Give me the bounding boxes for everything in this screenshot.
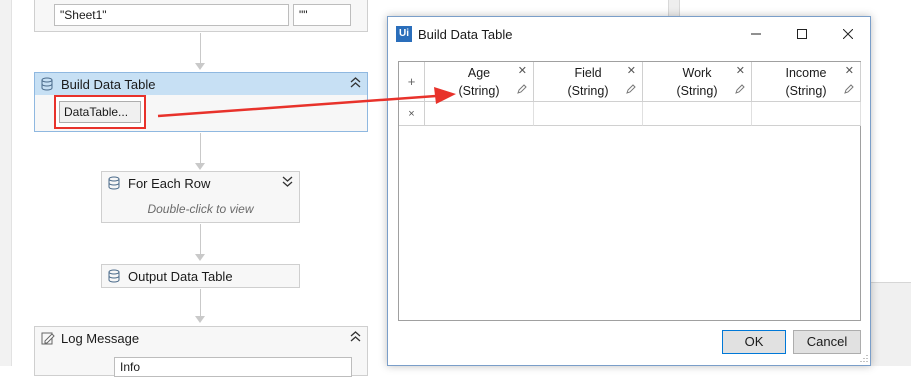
datatable-icon: [108, 269, 122, 283]
edit-column-icon[interactable]: [517, 84, 527, 94]
for-each-row-activity[interactable]: For Each Row Double-click to view: [101, 171, 300, 223]
edit-column-icon[interactable]: [626, 84, 636, 94]
datatable-icon: [41, 77, 55, 91]
column-header[interactable]: Field (String) ✕: [534, 62, 643, 102]
dialog-titlebar[interactable]: Ui Build Data Table: [388, 17, 870, 51]
delete-column-icon[interactable]: ✕: [845, 64, 854, 77]
log-level-field[interactable]: Info: [114, 357, 352, 377]
activity-title: For Each Row: [128, 175, 211, 191]
table-cell[interactable]: [425, 102, 534, 126]
connector-arrow: [195, 316, 205, 323]
edit-column-icon[interactable]: [844, 84, 854, 94]
activity-header: Log Message: [35, 327, 367, 349]
table-cell[interactable]: [643, 102, 752, 126]
column-header[interactable]: Work (String) ✕: [643, 62, 752, 102]
log-message-icon: [41, 331, 55, 345]
sheet-name-input[interactable]: "Sheet1": [54, 4, 289, 26]
side-panel-area: [864, 282, 911, 366]
data-table-grid: + Age (String) ✕ Field (String) ✕ Work (…: [398, 61, 861, 321]
datatable-icon: [108, 176, 122, 190]
connector-arrow: [195, 254, 205, 261]
delete-column-icon[interactable]: ✕: [736, 64, 745, 77]
delete-column-icon[interactable]: ✕: [627, 64, 636, 77]
activity-title: Build Data Table: [61, 76, 156, 92]
log-message-activity[interactable]: Log Message Info: [34, 326, 368, 377]
table-cell[interactable]: [752, 102, 861, 126]
connector-line: [200, 133, 201, 165]
left-panel-strip: [0, 0, 12, 366]
maximize-icon: [797, 29, 807, 39]
collapse-icon[interactable]: [350, 77, 361, 91]
activity-header: For Each Row: [102, 172, 299, 194]
edit-column-icon[interactable]: [735, 84, 745, 94]
table-cell[interactable]: [534, 102, 643, 126]
delete-column-icon[interactable]: ✕: [518, 64, 527, 77]
uipath-app-icon: Ui: [396, 26, 412, 42]
activity-title: Log Message: [61, 330, 140, 346]
build-data-table-dialog: Ui Build Data Table + Age (String) ✕ Fie…: [387, 16, 871, 366]
range-input[interactable]: "": [293, 4, 351, 26]
collapse-icon[interactable]: [350, 331, 361, 345]
activity-header: Output Data Table: [102, 265, 299, 287]
datatable-button[interactable]: DataTable...: [59, 101, 141, 123]
activity-title: Output Data Table: [128, 268, 233, 284]
double-click-hint: Double-click to view: [147, 202, 254, 216]
connector-line: [200, 33, 201, 65]
cancel-button[interactable]: Cancel: [793, 330, 861, 354]
resize-grip-icon[interactable]: [858, 353, 868, 363]
datatable-highlight-box: DataTable...: [54, 95, 146, 129]
add-column-button[interactable]: +: [399, 62, 425, 102]
connector-arrow: [195, 163, 205, 170]
column-header[interactable]: Age (String) ✕: [425, 62, 534, 102]
minimize-icon: [751, 33, 761, 35]
connector-arrow: [195, 63, 205, 70]
workflow-canvas: "Sheet1" "" Build Data Table DataTable..…: [0, 0, 380, 377]
column-header[interactable]: Income (String) ✕: [752, 62, 861, 102]
activity-header: Build Data Table: [35, 73, 367, 95]
minimize-button[interactable]: [733, 17, 779, 51]
read-range-activity[interactable]: "Sheet1" "": [34, 0, 368, 32]
expand-icon[interactable]: [282, 176, 293, 190]
connector-line: [200, 224, 201, 256]
maximize-button[interactable]: [779, 17, 825, 51]
remove-row-button[interactable]: ×: [399, 102, 425, 126]
ok-button[interactable]: OK: [722, 330, 786, 354]
close-button[interactable]: [825, 17, 871, 51]
close-icon: [843, 29, 853, 39]
dialog-title: Build Data Table: [418, 27, 513, 42]
output-data-table-activity[interactable]: Output Data Table: [101, 264, 300, 288]
connector-line: [200, 289, 201, 317]
